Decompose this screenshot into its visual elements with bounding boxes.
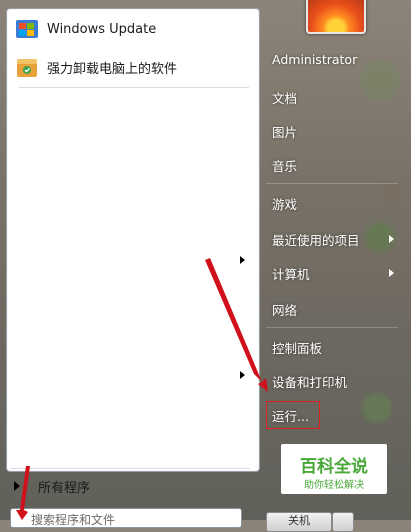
submenu-arrow-icon — [389, 235, 394, 243]
search-placeholder: 搜索程序和文件 — [31, 513, 116, 527]
watermark-subtitle: 助你轻松解决 — [304, 480, 364, 491]
expand-arrow-icon — [14, 481, 20, 491]
watermark-logo: 百科全说 助你轻松解决 — [281, 444, 387, 494]
submenu-arrow-icon[interactable] — [240, 371, 245, 379]
separator — [266, 183, 398, 184]
right-item-control-panel[interactable]: 控制面板 — [272, 338, 322, 357]
pinned-program-windows-update[interactable]: Windows Update — [15, 11, 251, 47]
separator — [10, 468, 250, 469]
right-item-devices-printers[interactable]: 设备和打印机 — [272, 372, 347, 391]
highlight-box — [266, 401, 320, 429]
separator — [266, 327, 398, 328]
shutdown-label: 关机 — [288, 514, 310, 527]
right-item-games[interactable]: 游戏 — [272, 194, 297, 213]
windows-update-icon — [15, 17, 39, 41]
start-menu-programs-panel: Windows Update 强力卸载电脑上的软件 — [6, 8, 260, 472]
right-item-music[interactable]: 音乐 — [272, 156, 297, 175]
submenu-arrow-icon[interactable] — [240, 256, 245, 264]
all-programs-label: 所有程序 — [38, 480, 91, 496]
submenu-arrow-icon — [389, 269, 394, 277]
program-label: 强力卸载电脑上的软件 — [47, 61, 178, 77]
desktop-blur-spot — [362, 393, 392, 423]
right-item-pictures[interactable]: 图片 — [272, 122, 297, 141]
right-item-administrator[interactable]: Administrator — [272, 52, 357, 67]
right-item-recent[interactable]: 最近使用的项目 — [272, 230, 360, 249]
right-item-documents[interactable]: 文档 — [272, 88, 297, 107]
desktop-blur-spot — [360, 60, 400, 100]
user-avatar[interactable] — [306, 0, 366, 34]
search-input[interactable]: 搜索程序和文件 — [10, 508, 242, 528]
separator — [19, 87, 249, 88]
shutdown-options-button[interactable] — [332, 512, 354, 532]
all-programs-button[interactable]: 所有程序 — [14, 474, 244, 498]
right-item-network[interactable]: 网络 — [272, 300, 297, 319]
uninstall-box-icon — [15, 55, 39, 79]
program-label: Windows Update — [47, 21, 157, 37]
right-item-computer[interactable]: 计算机 — [272, 264, 310, 283]
shutdown-button[interactable]: 关机 — [266, 512, 332, 532]
watermark-title: 百科全说 — [300, 457, 368, 477]
pinned-program-uninstaller[interactable]: 强力卸载电脑上的软件 — [15, 49, 251, 85]
